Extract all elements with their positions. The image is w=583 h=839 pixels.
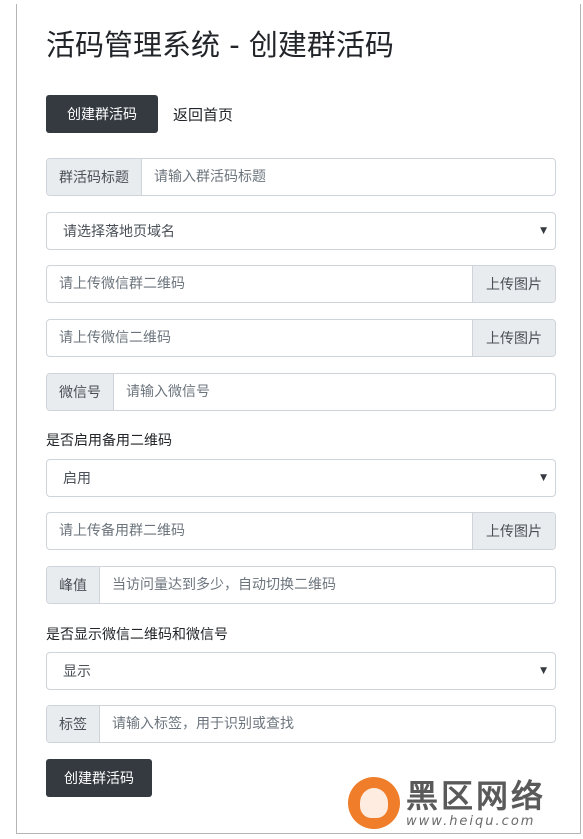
- wechat-id-input-group: 微信号: [46, 373, 556, 411]
- backup-qr-select-value: 启用: [63, 471, 91, 487]
- backup-group-qr-input-group: 上传图片: [46, 512, 556, 550]
- wechat-qr-input-group: 上传图片: [46, 319, 556, 357]
- watermark-logo-icon: [348, 777, 400, 829]
- peak-input-group: 峰值: [46, 566, 556, 604]
- wechat-group-qr-input[interactable]: [47, 266, 472, 302]
- wechat-group-qr-input-group: 上传图片: [46, 265, 556, 303]
- domain-select-value: 请选择落地页域名: [63, 224, 175, 240]
- back-home-link[interactable]: 返回首页: [173, 104, 233, 125]
- show-wechat-select[interactable]: 显示 ▼: [46, 652, 556, 690]
- group-title-input-group: 群活码标题: [46, 158, 556, 196]
- peak-addon: 峰值: [47, 567, 100, 603]
- group-title-addon: 群活码标题: [47, 159, 142, 195]
- upload-backup-group-qr-button[interactable]: 上传图片: [472, 513, 555, 549]
- show-wechat-label: 是否显示微信二维码和微信号: [46, 627, 228, 643]
- domain-select[interactable]: 请选择落地页域名 ▼: [46, 212, 556, 250]
- page-title: 活码管理系统 - 创建群活码: [46, 28, 394, 62]
- wechat-qr-input[interactable]: [47, 320, 472, 356]
- group-title-input[interactable]: [142, 159, 555, 195]
- backup-group-qr-input[interactable]: [47, 513, 472, 549]
- watermark: 黑区网络 www.heiqu.com: [348, 773, 578, 833]
- show-wechat-select-value: 显示: [63, 664, 91, 680]
- upload-wechat-group-qr-button[interactable]: 上传图片: [472, 266, 555, 302]
- watermark-main-text: 黑区网络: [406, 776, 547, 815]
- chevron-down-icon: ▼: [540, 473, 547, 483]
- peak-input[interactable]: [100, 567, 555, 603]
- wechat-id-input[interactable]: [114, 374, 555, 410]
- wechat-id-addon: 微信号: [47, 374, 114, 410]
- submit-create-button[interactable]: 创建群活码: [46, 759, 152, 797]
- chevron-down-icon: ▼: [540, 226, 547, 236]
- backup-qr-label: 是否启用备用二维码: [46, 433, 172, 449]
- chevron-down-icon: ▼: [540, 666, 547, 676]
- backup-qr-select[interactable]: 启用 ▼: [46, 459, 556, 497]
- create-group-code-nav-button[interactable]: 创建群活码: [46, 95, 158, 133]
- watermark-sub-text: www.heiqu.com: [406, 813, 536, 829]
- tag-input[interactable]: [100, 706, 555, 742]
- tag-addon: 标签: [47, 706, 100, 742]
- upload-wechat-qr-button[interactable]: 上传图片: [472, 320, 555, 356]
- tag-input-group: 标签: [46, 705, 556, 743]
